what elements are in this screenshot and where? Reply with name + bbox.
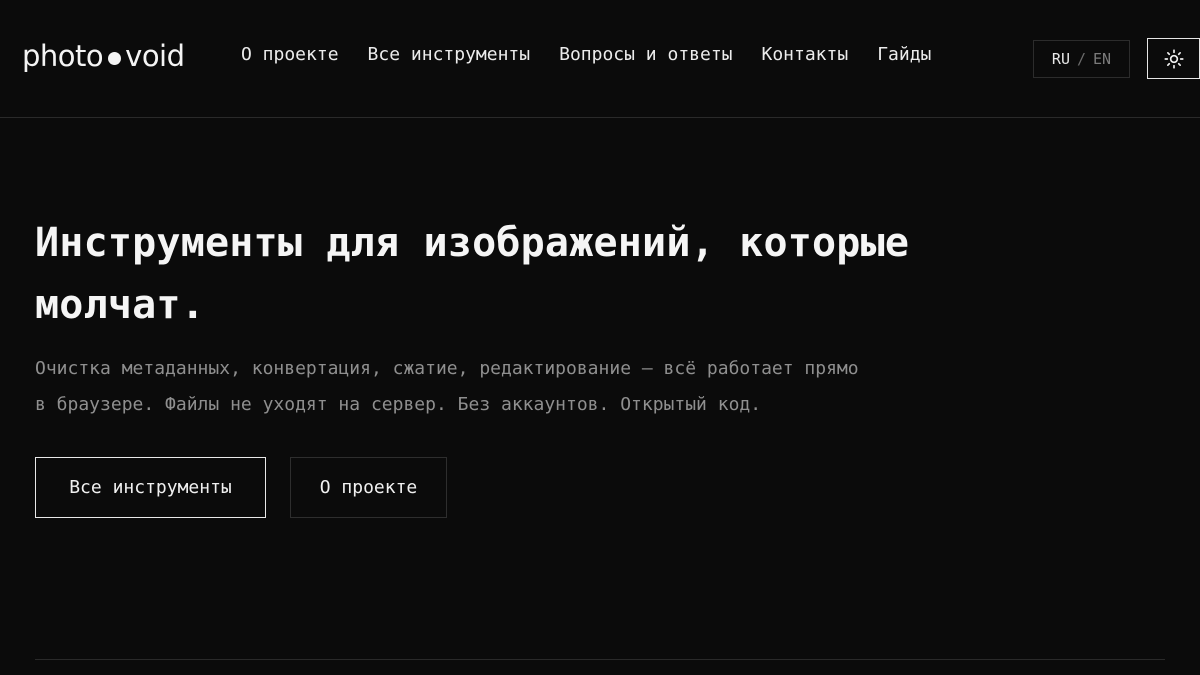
section-divider	[35, 659, 1165, 660]
sun-icon	[1163, 48, 1184, 69]
hero-title: Инструменты для изображений, которые мол…	[35, 212, 995, 336]
lang-option-en[interactable]: EN	[1093, 50, 1111, 68]
hero-subtitle: Очистка метаданных, конвертация, сжатие,…	[35, 351, 995, 423]
hero-subtitle-line-2: в браузере. Файлы не уходят на сервер. Б…	[35, 394, 762, 415]
hero-title-line-2: молчат.	[35, 282, 205, 328]
nav-item-guides[interactable]: Гайды	[877, 40, 931, 70]
theme-toggle-button[interactable]	[1147, 38, 1200, 79]
lang-separator: /	[1076, 50, 1087, 68]
language-switch: RU / EN	[1033, 40, 1130, 78]
logo-text-photo: photo	[22, 39, 104, 73]
nav-item-faq[interactable]: Вопросы и ответы	[559, 40, 732, 70]
logo-dot-icon	[108, 51, 122, 65]
lang-option-ru[interactable]: RU	[1052, 50, 1070, 68]
logo[interactable]: photo void	[22, 36, 185, 76]
nav-item-all-tools[interactable]: Все инструменты	[368, 40, 531, 70]
nav-item-contacts[interactable]: Контакты	[762, 40, 849, 70]
all-tools-button[interactable]: Все инструменты	[35, 457, 266, 518]
about-button[interactable]: О проекте	[290, 457, 447, 518]
site-header: photo void О проекте Все инструменты Воп…	[0, 0, 1200, 118]
nav-item-about[interactable]: О проекте	[241, 40, 339, 70]
logo-text-void: void	[125, 39, 185, 73]
hero-subtitle-line-1: Очистка метаданных, конвертация, сжатие,…	[35, 358, 859, 379]
hero-title-line-1: Инструменты для изображений, которые	[35, 220, 910, 266]
main-nav: О проекте Все инструменты Вопросы и отве…	[241, 40, 931, 70]
